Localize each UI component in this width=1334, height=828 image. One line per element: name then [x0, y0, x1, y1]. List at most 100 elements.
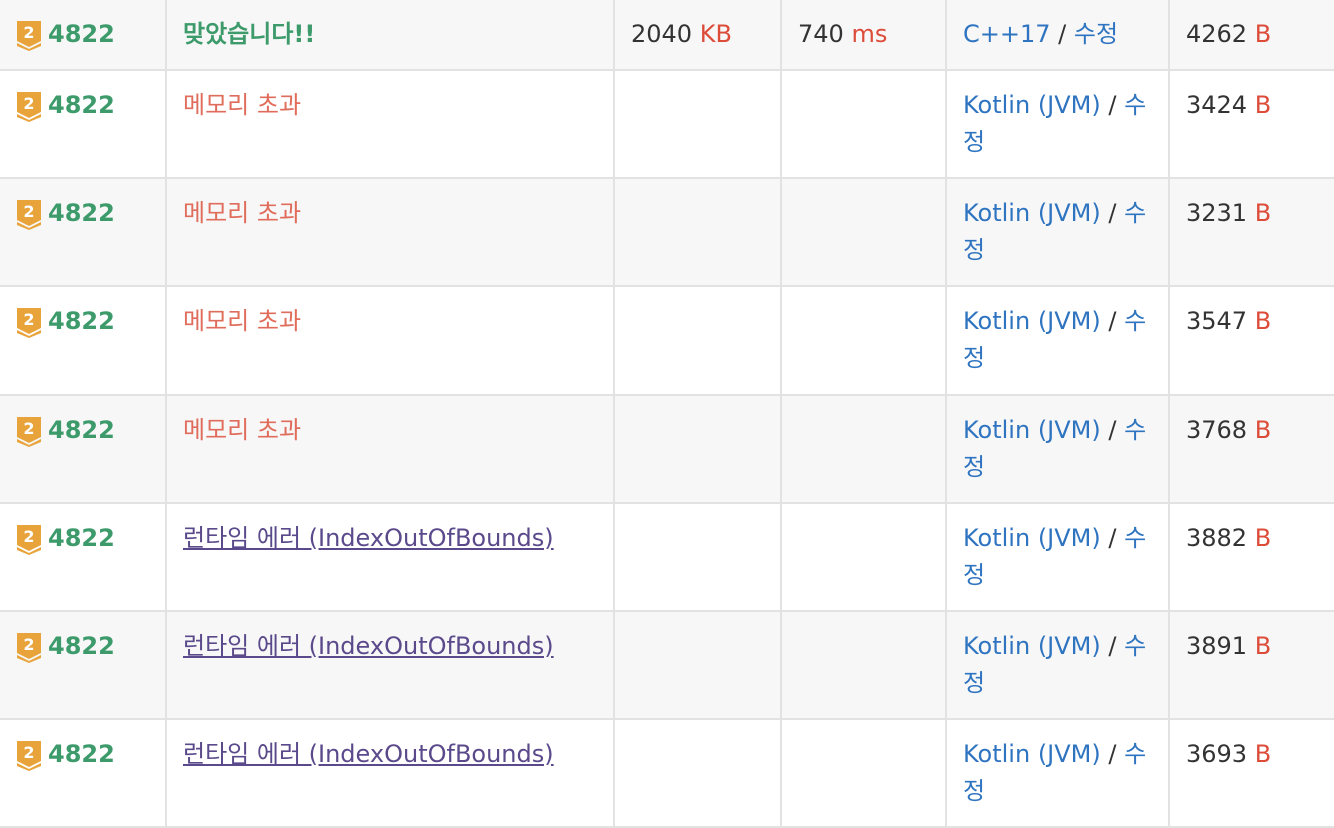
code-length-value: 3231 [1186, 199, 1248, 227]
language-link[interactable]: Kotlin (JVM) [963, 632, 1101, 660]
problem-link[interactable]: 4822 [48, 195, 115, 232]
language-link[interactable]: Kotlin (JVM) [963, 307, 1101, 335]
problem-link[interactable]: 4822 [48, 736, 115, 773]
language-link[interactable]: Kotlin (JVM) [963, 740, 1101, 768]
problem-cell: 2 4822 [0, 611, 166, 720]
result-cell: 메모리 초과 [165, 178, 614, 287]
code-length-value: 3768 [1186, 416, 1248, 444]
code-length-cell: 3424 B [1168, 70, 1334, 179]
result-cell: 런타임 에러 (IndexOutOfBounds) [165, 611, 614, 720]
code-length-cell: 3547 B [1168, 286, 1334, 396]
time-cell [780, 178, 946, 287]
memory-unit: KB [699, 20, 732, 48]
status-table-body: 2 4822 맞았습니다!! 2040 KB 740 ms C++17 / 수정… [0, 0, 1334, 828]
submission-status-table: 2 4822 맞았습니다!! 2040 KB 740 ms C++17 / 수정… [0, 0, 1334, 828]
result-text[interactable]: 런타임 에러 (IndexOutOfBounds) [183, 740, 554, 768]
memory-cell [613, 178, 781, 287]
problem-link[interactable]: 4822 [48, 303, 115, 340]
code-length-cell: 3693 B [1168, 719, 1334, 828]
result-text[interactable]: 런타임 에러 (IndexOutOfBounds) [183, 632, 554, 660]
result-cell: 런타임 에러 (IndexOutOfBounds) [165, 503, 614, 612]
result-text: 메모리 초과 [183, 91, 302, 119]
code-length-unit: B [1254, 524, 1272, 552]
result-cell: 메모리 초과 [165, 395, 614, 504]
language-cell: Kotlin (JVM) / 수정 [945, 503, 1169, 612]
result-text: 맞았습니다!! [183, 20, 316, 48]
memory-cell [613, 503, 781, 612]
gold-tier-2-icon: 2 [16, 198, 42, 230]
time-cell: 740 ms [780, 0, 946, 71]
problem-cell: 2 4822 [0, 178, 166, 287]
tier-level-text: 2 [23, 23, 34, 42]
code-length-value: 3882 [1186, 524, 1248, 552]
language-link[interactable]: C++17 [963, 20, 1051, 48]
table-row: 2 4822 메모리 초과 Kotlin (JVM) / 수정 3231 B [0, 178, 1334, 287]
tier-level-text: 2 [23, 743, 34, 762]
language-link[interactable]: Kotlin (JVM) [963, 91, 1101, 119]
time-cell [780, 70, 946, 179]
gold-tier-2-icon: 2 [16, 415, 42, 447]
problem-cell: 2 4822 [0, 0, 166, 71]
tier-level-text: 2 [23, 310, 34, 329]
language-link[interactable]: Kotlin (JVM) [963, 199, 1101, 227]
language-separator: / [1100, 524, 1125, 552]
table-row: 2 4822 메모리 초과 Kotlin (JVM) / 수정 3768 B [0, 395, 1334, 504]
gold-tier-2-icon: 2 [16, 19, 42, 51]
edit-link[interactable]: 수정 [1074, 20, 1118, 48]
language-separator: / [1050, 20, 1074, 48]
code-length-value: 3693 [1186, 740, 1248, 768]
language-cell: Kotlin (JVM) / 수정 [945, 611, 1169, 720]
code-length-value: 3424 [1186, 91, 1248, 119]
result-text: 메모리 초과 [183, 307, 302, 335]
language-separator: / [1100, 91, 1125, 119]
time-cell [780, 611, 946, 720]
gold-tier-2-icon: 2 [16, 631, 42, 663]
problem-cell: 2 4822 [0, 503, 166, 612]
result-text[interactable]: 런타임 에러 (IndexOutOfBounds) [183, 524, 554, 552]
problem-link[interactable]: 4822 [48, 412, 115, 449]
language-cell: Kotlin (JVM) / 수정 [945, 70, 1169, 179]
problem-link[interactable]: 4822 [48, 16, 115, 53]
problem-cell: 2 4822 [0, 286, 166, 396]
time-cell [780, 719, 946, 828]
result-cell: 메모리 초과 [165, 286, 614, 396]
gold-tier-2-icon: 2 [16, 523, 42, 555]
tier-level-text: 2 [23, 635, 34, 654]
table-row: 2 4822 런타임 에러 (IndexOutOfBounds) Kotlin … [0, 503, 1334, 612]
result-text: 메모리 초과 [183, 199, 302, 227]
table-row: 2 4822 메모리 초과 Kotlin (JVM) / 수정 3424 B [0, 70, 1334, 179]
memory-cell [613, 70, 781, 179]
gold-tier-2-icon: 2 [16, 306, 42, 338]
gold-tier-2-icon: 2 [16, 739, 42, 771]
result-cell: 런타임 에러 (IndexOutOfBounds) [165, 719, 614, 828]
problem-link[interactable]: 4822 [48, 520, 115, 557]
code-length-unit: B [1254, 740, 1272, 768]
language-link[interactable]: Kotlin (JVM) [963, 524, 1101, 552]
code-length-cell: 3882 B [1168, 503, 1334, 612]
tier-level-text: 2 [23, 419, 34, 438]
time-cell [780, 395, 946, 504]
language-cell: C++17 / 수정 [945, 0, 1169, 71]
problem-link[interactable]: 4822 [48, 87, 115, 124]
problem-cell: 2 4822 [0, 719, 166, 828]
language-cell: Kotlin (JVM) / 수정 [945, 178, 1169, 287]
problem-cell: 2 4822 [0, 395, 166, 504]
result-cell: 메모리 초과 [165, 70, 614, 179]
problem-link[interactable]: 4822 [48, 628, 115, 665]
language-separator: / [1100, 416, 1125, 444]
code-length-value: 3547 [1186, 307, 1248, 335]
language-separator: / [1100, 199, 1125, 227]
memory-cell [613, 395, 781, 504]
code-length-unit: B [1254, 632, 1272, 660]
time-cell [780, 286, 946, 396]
memory-cell: 2040 KB [613, 0, 781, 71]
language-separator: / [1100, 740, 1125, 768]
result-cell: 맞았습니다!! [165, 0, 614, 71]
code-length-cell: 3891 B [1168, 611, 1334, 720]
time-unit: ms [851, 20, 888, 48]
code-length-value: 4262 [1186, 20, 1248, 48]
table-row: 2 4822 런타임 에러 (IndexOutOfBounds) Kotlin … [0, 719, 1334, 828]
code-length-unit: B [1254, 307, 1272, 335]
language-link[interactable]: Kotlin (JVM) [963, 416, 1101, 444]
tier-level-text: 2 [23, 202, 34, 221]
